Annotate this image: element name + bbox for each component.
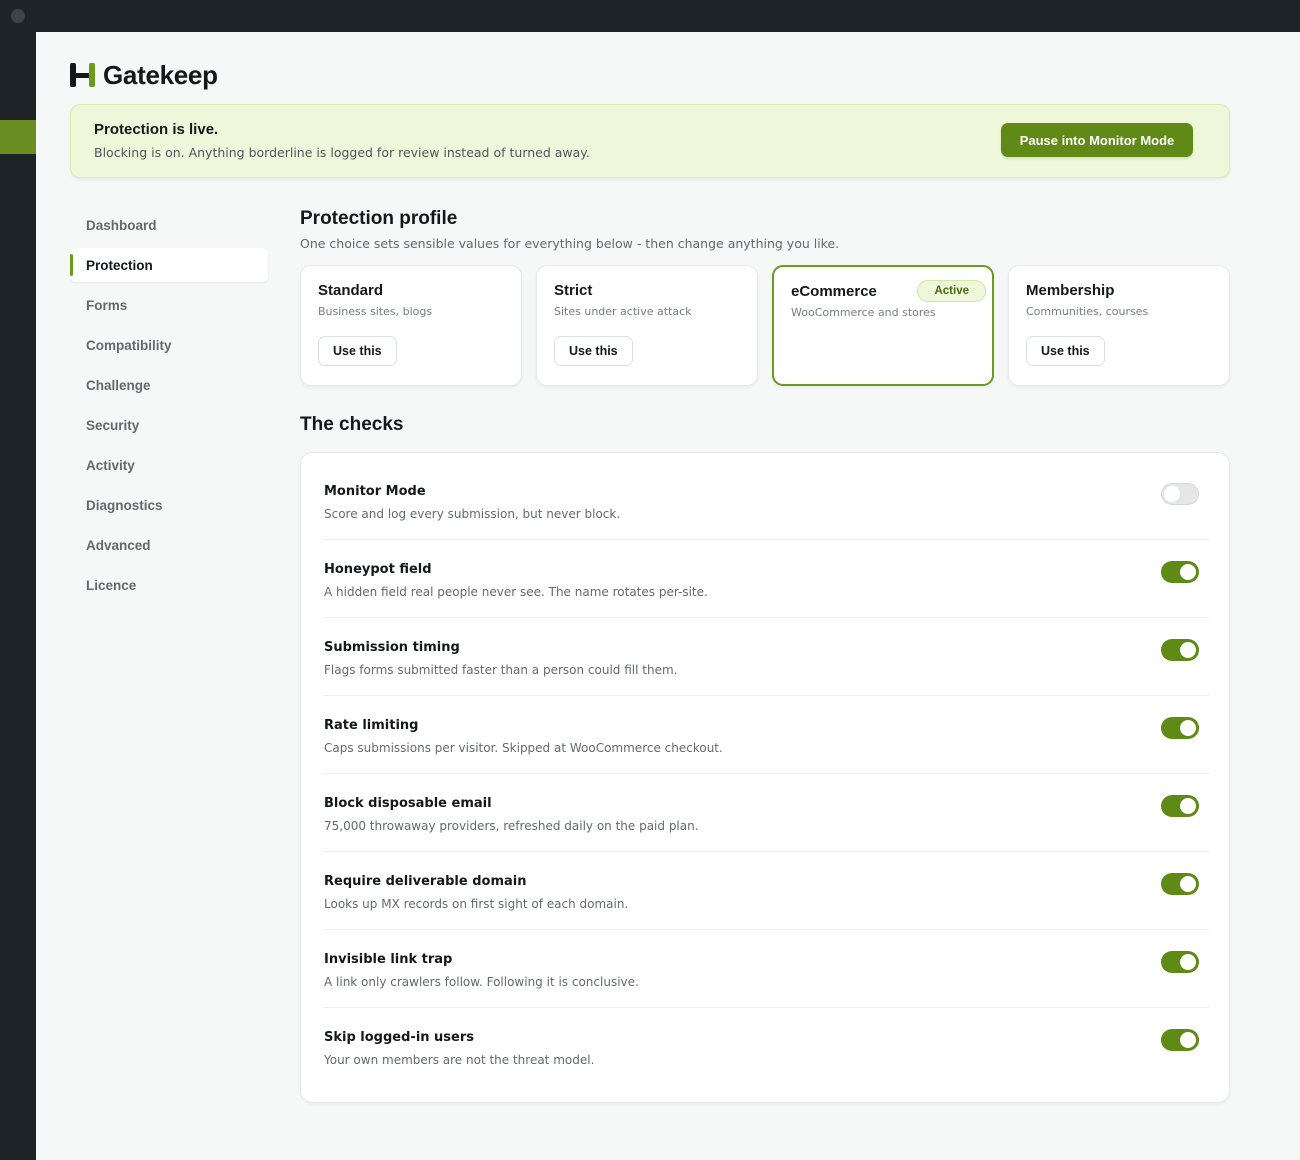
banner-title: Protection is live.	[94, 121, 219, 138]
check-title: Invisible link trap	[324, 952, 453, 967]
toggle-knob	[1180, 720, 1196, 736]
profile-name: Standard	[318, 282, 384, 299]
profile-desc: Business sites, blogs	[318, 305, 433, 318]
nav-item-protection[interactable]: Protection	[70, 248, 268, 282]
invisible-link-trap-toggle[interactable]	[1161, 951, 1199, 973]
toggle-knob	[1180, 798, 1196, 814]
profile-desc: Communities, courses	[1026, 305, 1149, 318]
check-monitor-mode: Monitor Mode Score and log every submiss…	[323, 462, 1209, 540]
check-desc: Flags forms submitted faster than a pers…	[324, 663, 678, 677]
check-desc: A link only crawlers follow. Following i…	[324, 975, 639, 989]
check-desc: Caps submissions per visitor. Skipped at…	[324, 741, 723, 755]
profile-cards: Standard Business sites, blogs Use this …	[300, 265, 1230, 387]
check-desc: 75,000 throwaway providers, refreshed da…	[324, 819, 699, 833]
submission-timing-toggle[interactable]	[1161, 639, 1199, 661]
settings-nav: Dashboard Protection Forms Compatibility…	[70, 208, 268, 608]
require-deliverable-domain-toggle[interactable]	[1161, 873, 1199, 895]
check-invisible-link-trap: Invisible link trap A link only crawlers…	[323, 930, 1209, 1008]
check-desc: A hidden field real people never see. Th…	[324, 585, 708, 599]
checks-section-title: The checks	[300, 414, 404, 435]
wordpress-logo-icon[interactable]	[11, 9, 25, 23]
toggle-knob	[1180, 642, 1196, 658]
check-title: Rate limiting	[324, 718, 419, 733]
check-skip-logged-in-users: Skip logged-in users Your own members ar…	[323, 1008, 1209, 1086]
check-title: Monitor Mode	[324, 484, 426, 499]
monitor-mode-toggle[interactable]	[1161, 483, 1199, 505]
honeypot-field-toggle[interactable]	[1161, 561, 1199, 583]
toggle-knob	[1180, 876, 1196, 892]
gatekeep-logo-icon	[70, 61, 95, 89]
nav-item-challenge[interactable]: Challenge	[70, 368, 268, 402]
profile-desc: Sites under active attack	[554, 305, 692, 318]
brand-name: Gatekeep	[103, 59, 218, 90]
check-submission-timing: Submission timing Flags forms submitted …	[323, 618, 1209, 696]
profile-card-ecommerce[interactable]: eCommerce Active WooCommerce and stores	[772, 265, 994, 386]
nav-item-dashboard[interactable]: Dashboard	[70, 208, 268, 242]
main-content: Gatekeep Protection is live. Blocking is…	[36, 32, 1300, 1160]
toggle-knob	[1180, 954, 1196, 970]
check-title: Skip logged-in users	[324, 1030, 475, 1045]
nav-item-diagnostics[interactable]: Diagnostics	[70, 488, 268, 522]
status-banner: Protection is live. Blocking is on. Anyt…	[70, 104, 1230, 178]
admin-bar	[0, 0, 1300, 32]
nav-item-compatibility[interactable]: Compatibility	[70, 328, 268, 362]
profile-desc: WooCommerce and stores	[791, 306, 936, 319]
profile-section-subtitle: One choice sets sensible values for ever…	[300, 236, 840, 251]
use-strict-button[interactable]: Use this	[554, 336, 633, 366]
admin-menu	[0, 32, 36, 1160]
pause-monitor-mode-button[interactable]: Pause into Monitor Mode	[1001, 123, 1193, 157]
nav-item-licence[interactable]: Licence	[70, 568, 268, 602]
toggle-knob	[1180, 564, 1196, 580]
profile-name: Strict	[554, 282, 593, 299]
profile-card-standard[interactable]: Standard Business sites, blogs Use this	[300, 265, 522, 386]
block-disposable-email-toggle[interactable]	[1161, 795, 1199, 817]
profile-card-membership[interactable]: Membership Communities, courses Use this	[1008, 265, 1230, 386]
toggle-knob	[1180, 1032, 1196, 1048]
profile-card-strict[interactable]: Strict Sites under active attack Use thi…	[536, 265, 758, 386]
admin-menu-current-item[interactable]	[0, 120, 36, 154]
check-honeypot-field: Honeypot field A hidden field real peopl…	[323, 540, 1209, 618]
check-title: Require deliverable domain	[324, 874, 527, 889]
check-desc: Your own members are not the threat mode…	[324, 1053, 595, 1067]
nav-item-advanced[interactable]: Advanced	[70, 528, 268, 562]
check-rate-limiting: Rate limiting Caps submissions per visit…	[323, 696, 1209, 774]
profile-name: eCommerce	[791, 283, 877, 300]
check-desc: Looks up MX records on first sight of ea…	[324, 897, 629, 911]
rate-limiting-toggle[interactable]	[1161, 717, 1199, 739]
check-title: Honeypot field	[324, 562, 432, 577]
toggle-knob	[1164, 486, 1180, 502]
skip-logged-in-users-toggle[interactable]	[1161, 1029, 1199, 1051]
check-require-deliverable-domain: Require deliverable domain Looks up MX r…	[323, 852, 1209, 930]
profile-section-title: Protection profile	[300, 208, 458, 229]
brand: Gatekeep	[70, 60, 218, 90]
active-badge: Active	[917, 280, 986, 302]
profile-name: Membership	[1026, 282, 1115, 299]
check-title: Block disposable email	[324, 796, 492, 811]
checks-card: Monitor Mode Score and log every submiss…	[300, 452, 1230, 1103]
check-desc: Score and log every submission, but neve…	[324, 507, 621, 521]
check-title: Submission timing	[324, 640, 460, 655]
nav-item-activity[interactable]: Activity	[70, 448, 268, 482]
banner-text: Blocking is on. Anything borderline is l…	[94, 145, 590, 160]
check-block-disposable-email: Block disposable email 75,000 throwaway …	[323, 774, 1209, 852]
use-membership-button[interactable]: Use this	[1026, 336, 1105, 366]
use-standard-button[interactable]: Use this	[318, 336, 397, 366]
nav-item-security[interactable]: Security	[70, 408, 268, 442]
nav-item-forms[interactable]: Forms	[70, 288, 268, 322]
